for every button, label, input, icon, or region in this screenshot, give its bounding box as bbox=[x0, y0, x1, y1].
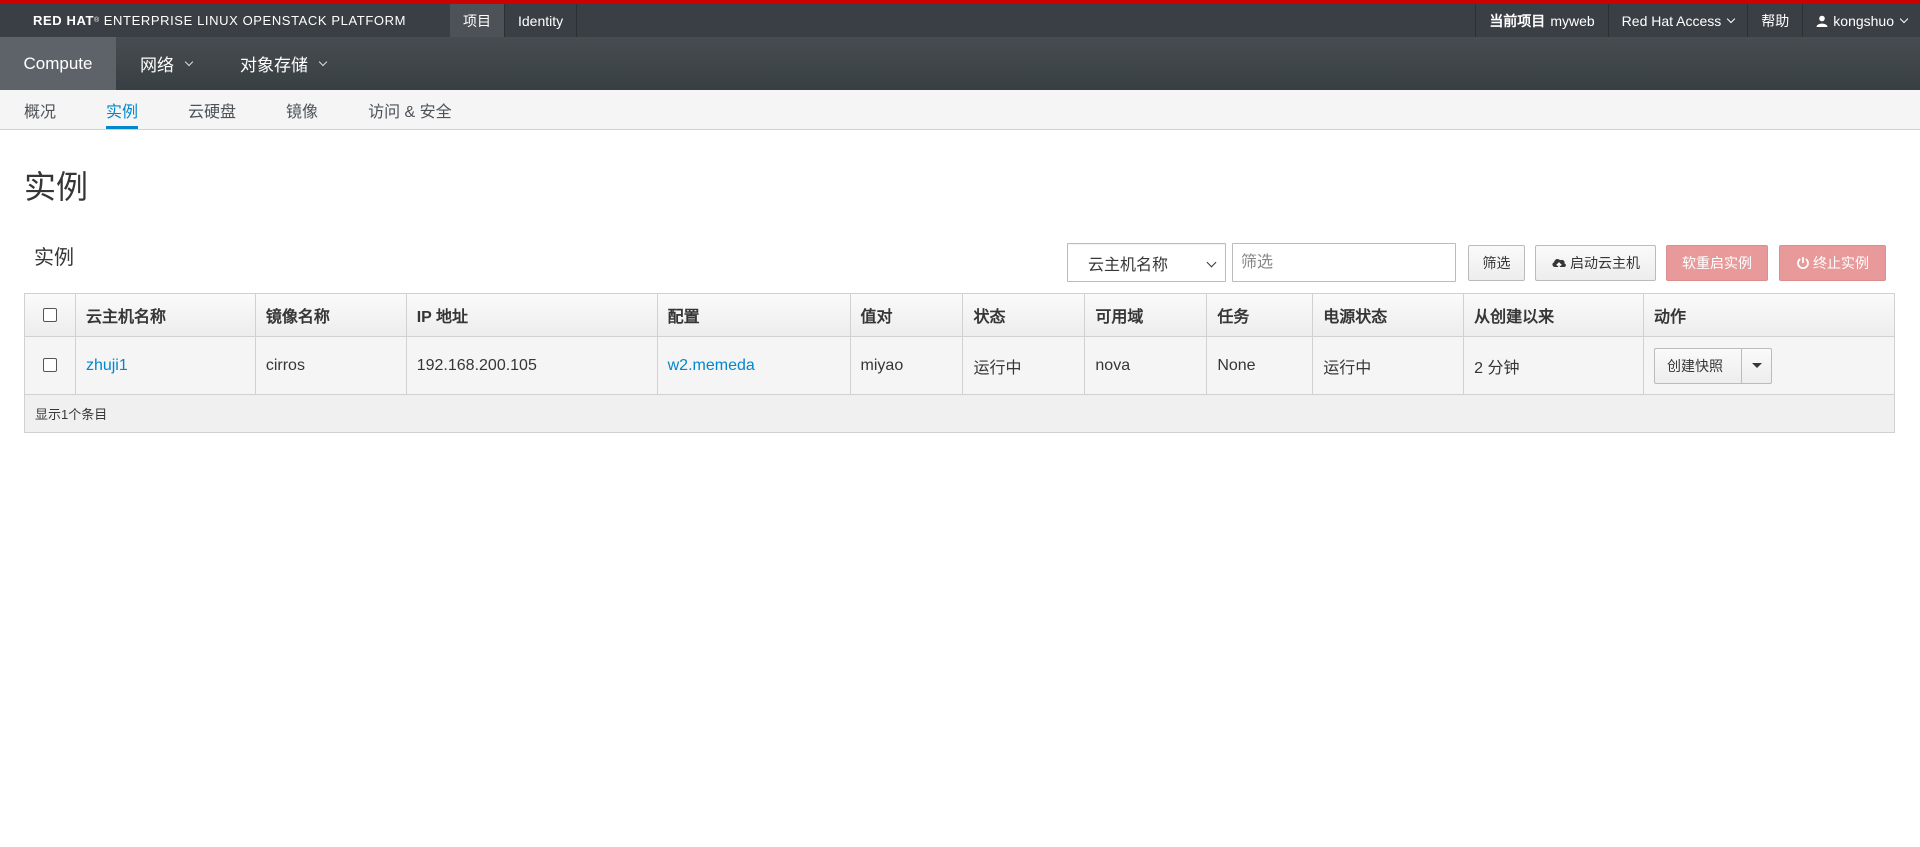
secondary-nav: 概况 实例 云硬盘 镜像 访问 & 安全 bbox=[0, 90, 1920, 130]
task-cell: None bbox=[1206, 336, 1314, 395]
table-actions: 云主机名称 筛选 启动云主机 软重启实例 终止实例 bbox=[1067, 243, 1886, 282]
chevron-down-icon bbox=[1727, 14, 1736, 23]
actions-cell: 创建快照 bbox=[1643, 336, 1895, 395]
col-status[interactable]: 状态 bbox=[962, 293, 1086, 337]
col-image[interactable]: 镜像名称 bbox=[254, 293, 407, 337]
instance-name-cell: zhuji1 bbox=[74, 336, 256, 395]
chevron-down-icon bbox=[318, 57, 328, 66]
col-actions: 动作 bbox=[1643, 293, 1895, 337]
col-zone[interactable]: 可用域 bbox=[1084, 293, 1208, 337]
subnav-instances[interactable]: 实例 bbox=[106, 90, 139, 129]
filter-button[interactable]: 筛选 bbox=[1468, 244, 1525, 281]
filter-field-select[interactable]: 云主机名称 bbox=[1067, 243, 1226, 282]
subnav-volumes[interactable]: 云硬盘 bbox=[188, 90, 236, 129]
table-title: 实例 bbox=[34, 247, 74, 269]
caret-down-icon bbox=[1751, 363, 1762, 368]
flavor-cell: w2.memeda bbox=[656, 336, 851, 395]
col-task[interactable]: 任务 bbox=[1206, 293, 1314, 337]
col-ip[interactable]: IP 地址 bbox=[405, 293, 658, 337]
terminate-instance-button[interactable]: 终止实例 bbox=[1779, 244, 1886, 281]
row-select-cell bbox=[24, 336, 76, 395]
col-name[interactable]: 云主机名称 bbox=[74, 293, 256, 337]
status-cell: 运行中 bbox=[962, 336, 1086, 395]
filter-input[interactable] bbox=[1232, 243, 1456, 282]
current-project-dropdown[interactable]: 当前项目 myweb bbox=[1475, 4, 1607, 37]
power-icon bbox=[1797, 256, 1809, 269]
primary-nav: Compute 网络 对象存储 bbox=[0, 37, 1920, 90]
item-count: 显示1个条目 bbox=[24, 394, 1895, 433]
page-title: 实例 bbox=[24, 169, 89, 205]
instances-table: 云主机名称 镜像名称 IP 地址 配置 值对 状态 可用域 任务 电源状态 从创… bbox=[24, 293, 1895, 433]
launch-instance-button[interactable]: 启动云主机 bbox=[1535, 244, 1656, 281]
help-link[interactable]: 帮助 bbox=[1747, 4, 1802, 37]
col-keypair[interactable]: 值对 bbox=[849, 293, 964, 337]
table-header-row: 云主机名称 镜像名称 IP 地址 配置 值对 状态 可用域 任务 电源状态 从创… bbox=[24, 293, 1895, 337]
zone-cell: nova bbox=[1084, 336, 1208, 395]
select-all-cell bbox=[24, 293, 76, 337]
cloud-upload-icon bbox=[1552, 258, 1566, 269]
flavor-link[interactable]: w2.memeda bbox=[668, 357, 755, 374]
chevron-down-icon bbox=[184, 57, 194, 66]
chevron-down-icon bbox=[1899, 14, 1909, 23]
table-footer-row: 显示1个条目 bbox=[24, 394, 1895, 433]
col-flavor[interactable]: 配置 bbox=[656, 293, 851, 337]
select-all-checkbox[interactable] bbox=[42, 307, 57, 322]
user-icon bbox=[1816, 15, 1828, 27]
row-checkbox[interactable] bbox=[42, 358, 57, 373]
subnav-overview[interactable]: 概况 bbox=[24, 90, 56, 129]
table-row: zhuji1 cirros 192.168.200.105 w2.memeda … bbox=[24, 336, 1895, 395]
nav-object-storage[interactable]: 对象存储 bbox=[216, 37, 350, 90]
masthead: RED HAT ® ENTERPRISE LINUX OPENSTACK PLAT… bbox=[0, 4, 1920, 37]
age-cell: 2 分钟 bbox=[1463, 336, 1645, 395]
col-age[interactable]: 从创建以来 bbox=[1463, 293, 1645, 337]
user-dropdown[interactable]: kongshuo bbox=[1802, 4, 1920, 37]
nav-compute[interactable]: Compute bbox=[0, 37, 116, 90]
soft-reboot-button[interactable]: 软重启实例 bbox=[1666, 244, 1768, 281]
row-action-split-button: 创建快照 bbox=[1654, 347, 1773, 384]
more-actions-toggle[interactable] bbox=[1742, 347, 1773, 384]
tab-project[interactable]: 项目 bbox=[450, 4, 505, 37]
image-cell: cirros bbox=[254, 336, 407, 395]
chevron-down-icon bbox=[1206, 257, 1217, 268]
create-snapshot-button[interactable]: 创建快照 bbox=[1654, 347, 1743, 384]
instance-name-link[interactable]: zhuji1 bbox=[86, 357, 128, 374]
brand-logo[interactable]: RED HAT ® ENTERPRISE LINUX OPENSTACK PLAT… bbox=[0, 4, 450, 37]
subnav-images[interactable]: 镜像 bbox=[286, 90, 318, 129]
tab-identity[interactable]: Identity bbox=[505, 4, 578, 37]
nav-network[interactable]: 网络 bbox=[116, 37, 216, 90]
redhat-access-dropdown[interactable]: Red Hat Access bbox=[1607, 4, 1748, 37]
col-power[interactable]: 电源状态 bbox=[1312, 293, 1465, 337]
keypair-cell: miyao bbox=[849, 336, 964, 395]
power-state-cell: 运行中 bbox=[1312, 336, 1465, 395]
ip-cell: 192.168.200.105 bbox=[405, 336, 658, 395]
subnav-access-security[interactable]: 访问 & 安全 bbox=[368, 90, 452, 129]
